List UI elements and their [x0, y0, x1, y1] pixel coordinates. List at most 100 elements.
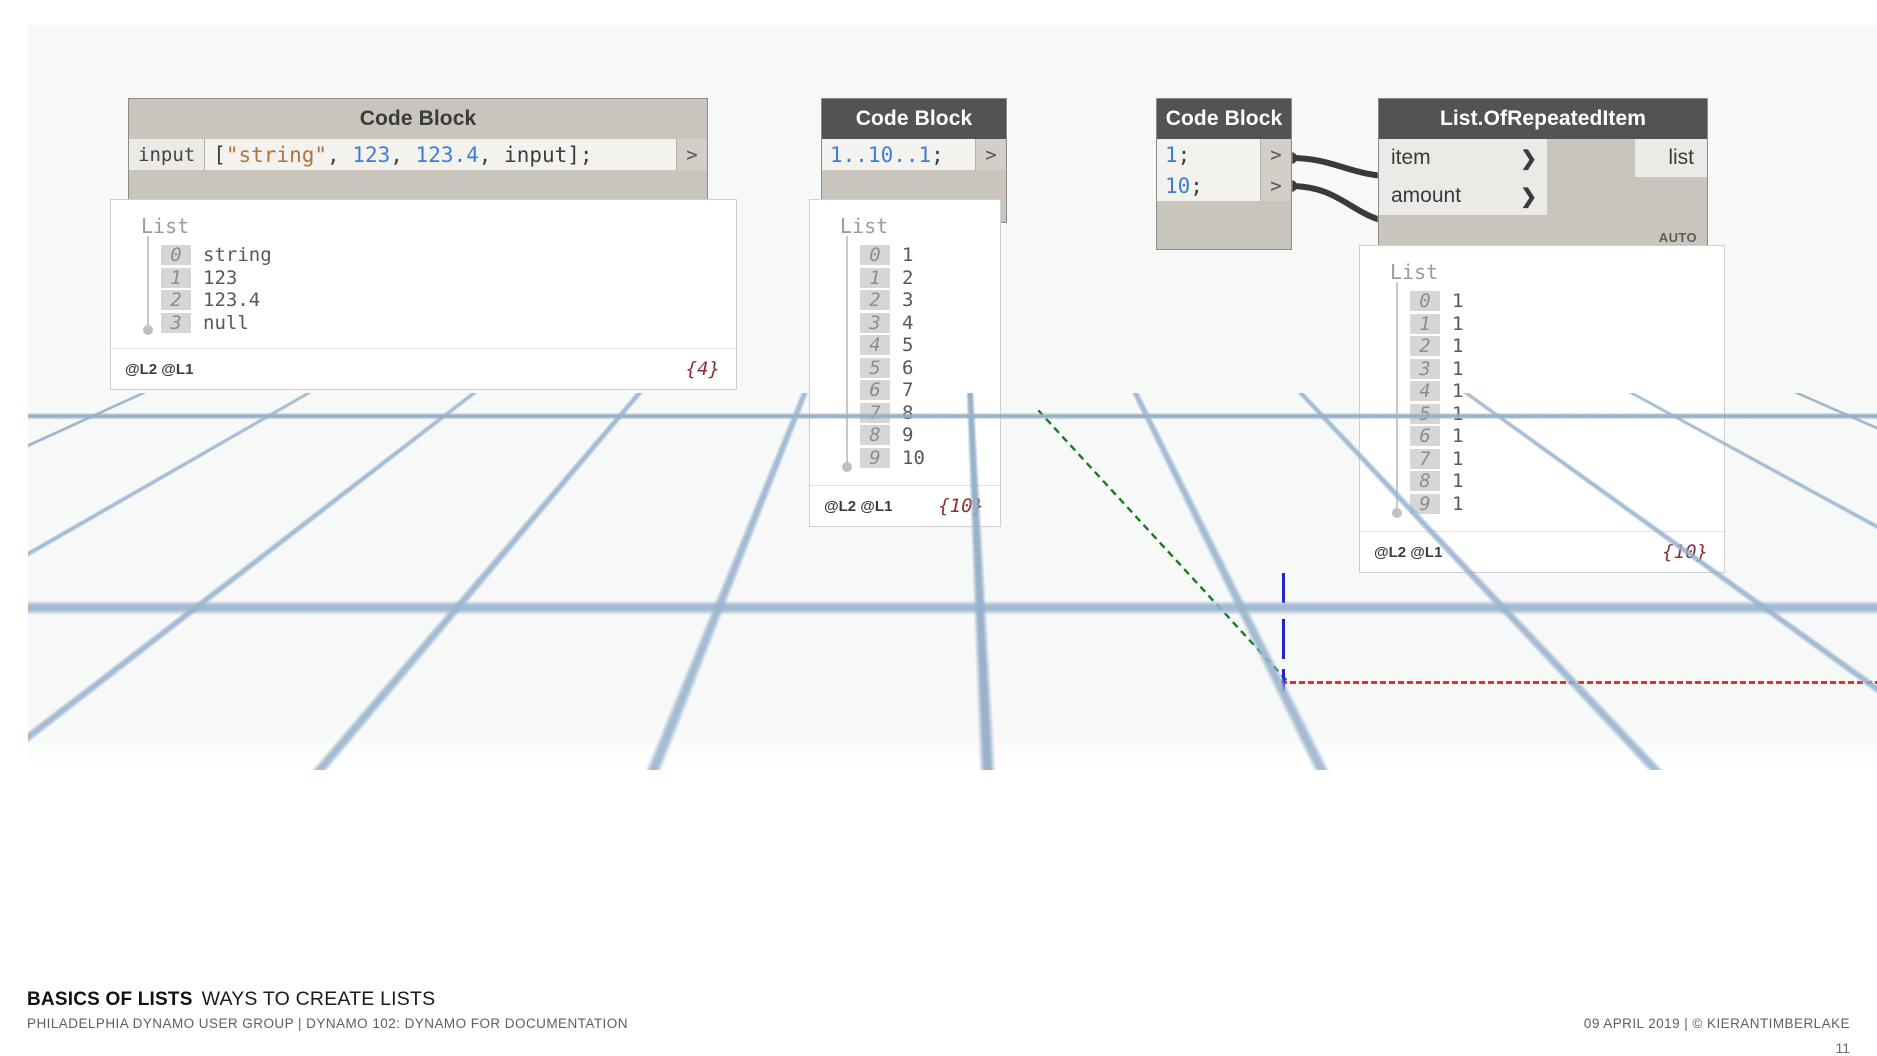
preview-3-footer: @L2 @L1 {10}	[1360, 531, 1724, 572]
code-block-1-code-field[interactable]: ["string", 123, 123.4, input];	[205, 139, 676, 170]
list-item: 61	[1360, 425, 1724, 448]
input-port-amount[interactable]: amount ❯	[1379, 177, 1547, 215]
code-token: [	[213, 142, 226, 167]
code-token: "string"	[225, 142, 328, 167]
list-item: 01	[810, 244, 1000, 267]
list-item-index: 3	[860, 312, 890, 333]
preview-bubble-2[interactable]: List 0 1 1 2 2 3 3 4 4 5 5 6 6 7 7 8 8 9 9 10 @L2 @L1 {10}	[809, 199, 1001, 527]
code-block-1-input-port[interactable]: input	[129, 139, 206, 170]
list-item-value: null	[203, 311, 249, 334]
preview-2-levels[interactable]: @L2 @L1	[824, 498, 892, 515]
node-code-block-3[interactable]: Code Block 1; >10; >	[1156, 98, 1292, 250]
port-row-amount: amount ❯	[1379, 177, 1707, 215]
list-item-index: 8	[860, 425, 890, 446]
list-item-value: 1	[1452, 402, 1464, 425]
preview-2-rows: 0 1 1 2 2 3 3 4 4 5 5 6 6 7 7 8 8 9 9 10	[810, 244, 1000, 469]
chevron-right-icon: ❯	[1520, 147, 1537, 170]
preview-3-spine	[1392, 282, 1402, 518]
list-item-value: 1	[1452, 470, 1464, 493]
code-block-3-code-field-0[interactable]: 1;	[1157, 139, 1260, 170]
list-item-index: 4	[1410, 381, 1440, 402]
list-item-index: 3	[161, 312, 191, 333]
node-body-code-block-1: input ["string", 123, 123.4, input]; >	[129, 139, 707, 208]
footer-title: BASICS OF LISTS WAYS TO CREATE LISTS	[27, 988, 435, 1011]
list-item-index: 2	[1410, 336, 1440, 357]
list-item-index: 5	[860, 357, 890, 378]
preview-3-levels[interactable]: @L2 @L1	[1374, 544, 1442, 561]
list-item-value: 1	[1452, 290, 1464, 313]
node-title-code-block-3: Code Block	[1157, 99, 1291, 139]
list-item-value: 9	[902, 424, 914, 447]
preview-1-title: List	[141, 214, 190, 238]
preview-1-body: List 0 string 1 123 2 123.4 3 null	[111, 200, 736, 348]
preview-3-count: {10}	[1662, 541, 1708, 563]
list-item-index: 1	[860, 267, 890, 288]
output-port-list[interactable]: list	[1635, 139, 1707, 177]
list-item-index: 1	[1410, 313, 1440, 334]
list-item-value: 1	[1452, 425, 1464, 448]
list-item-value: 1	[1452, 447, 1464, 470]
code-block-3-code-field-1[interactable]: 10;	[1157, 170, 1260, 201]
list-item-index: 6	[860, 380, 890, 401]
list-item: 34	[810, 312, 1000, 335]
list-item: 51	[1360, 403, 1724, 426]
list-item-value: 1	[1452, 380, 1464, 403]
preview-1-rows: 0 string 1 123 2 123.4 3 null	[111, 244, 736, 334]
list-item-value: 1	[1452, 335, 1464, 358]
preview-1-count: {4}	[685, 358, 720, 380]
list-item-index: 9	[860, 447, 890, 468]
preview-3-rows: 01112131415161718191	[1360, 290, 1724, 515]
code-block-3-output-port-1[interactable]: >	[1260, 170, 1291, 201]
list-item: 0 string	[111, 244, 736, 267]
code-token: ;	[931, 142, 944, 167]
preview-3-title: List	[1390, 260, 1439, 284]
list-item-value: 1	[1452, 492, 1464, 515]
preview-1-levels[interactable]: @L2 @L1	[125, 361, 193, 378]
list-item-index: 7	[1410, 448, 1440, 469]
code-token: 123	[352, 142, 391, 167]
code-block-1-output-port[interactable]: >	[676, 139, 707, 170]
preview-2-spine	[842, 236, 852, 472]
code-block-3-row: 1; >	[1157, 139, 1291, 170]
code-block-2-output-port[interactable]: >	[975, 139, 1006, 170]
list-item: 12	[810, 267, 1000, 290]
list-item-index: 5	[1410, 403, 1440, 424]
list-item: 41	[1360, 380, 1724, 403]
footer-title-sub: WAYS TO CREATE LISTS	[201, 988, 436, 1010]
input-port-item[interactable]: item ❯	[1379, 139, 1547, 177]
code-block-3-output-port-0[interactable]: >	[1260, 139, 1291, 170]
list-item-index: 0	[161, 245, 191, 266]
code-block-2-code-field[interactable]: 1..10..1;	[822, 139, 975, 170]
port-gap-amount	[1547, 177, 1635, 215]
node-list-of-repeated-item[interactable]: List.OfRepeatedItem item ❯ list amount ❯	[1378, 98, 1708, 250]
preview-2-footer: @L2 @L1 {10}	[810, 485, 1000, 526]
preview-bubble-1[interactable]: List 0 string 1 123 2 123.4 3 null @L2 @L1 {4}	[110, 199, 737, 390]
dynamo-viewport[interactable]: Code Block input ["string", 123, 123.4, …	[28, 25, 1877, 770]
node-code-block-1[interactable]: Code Block input ["string", 123, 123.4, …	[128, 98, 708, 209]
preview-bubble-3[interactable]: List 01112131415161718191 @L2 @L1 {10}	[1359, 245, 1725, 573]
input-port-amount-label: amount	[1391, 184, 1462, 207]
list-item-value: 6	[902, 356, 914, 379]
list-item-index: 1	[161, 267, 191, 288]
code-block-1-row: input ["string", 123, 123.4, input]; >	[129, 139, 707, 170]
list-item: 78	[810, 402, 1000, 425]
preview-3-body: List 01112131415161718191	[1360, 246, 1724, 531]
list-item-value: string	[203, 244, 272, 267]
list-item: 71	[1360, 448, 1724, 471]
list-item-index: 9	[1410, 493, 1440, 514]
list-item: 89	[810, 424, 1000, 447]
list-item-value: 5	[902, 334, 914, 357]
code-block-3-filler	[1157, 201, 1291, 249]
lacing-badge[interactable]: AUTO	[1379, 215, 1707, 249]
footer-title-bold: BASICS OF LISTS	[27, 989, 193, 1010]
list-item-index: 7	[860, 402, 890, 423]
code-token: 123.4	[415, 142, 479, 167]
list-item-value: 1	[1452, 357, 1464, 380]
code-block-3-row: 10; >	[1157, 170, 1291, 201]
preview-2-body: List 0 1 1 2 2 3 3 4 4 5 5 6 6 7 7 8 8 9 9 10	[810, 200, 1000, 485]
list-item-value: 123.4	[203, 289, 261, 312]
preview-1-footer: @L2 @L1 {4}	[111, 348, 736, 389]
code-token: ,	[390, 142, 416, 167]
list-item-value: 3	[902, 289, 914, 312]
list-item-value: 7	[902, 379, 914, 402]
